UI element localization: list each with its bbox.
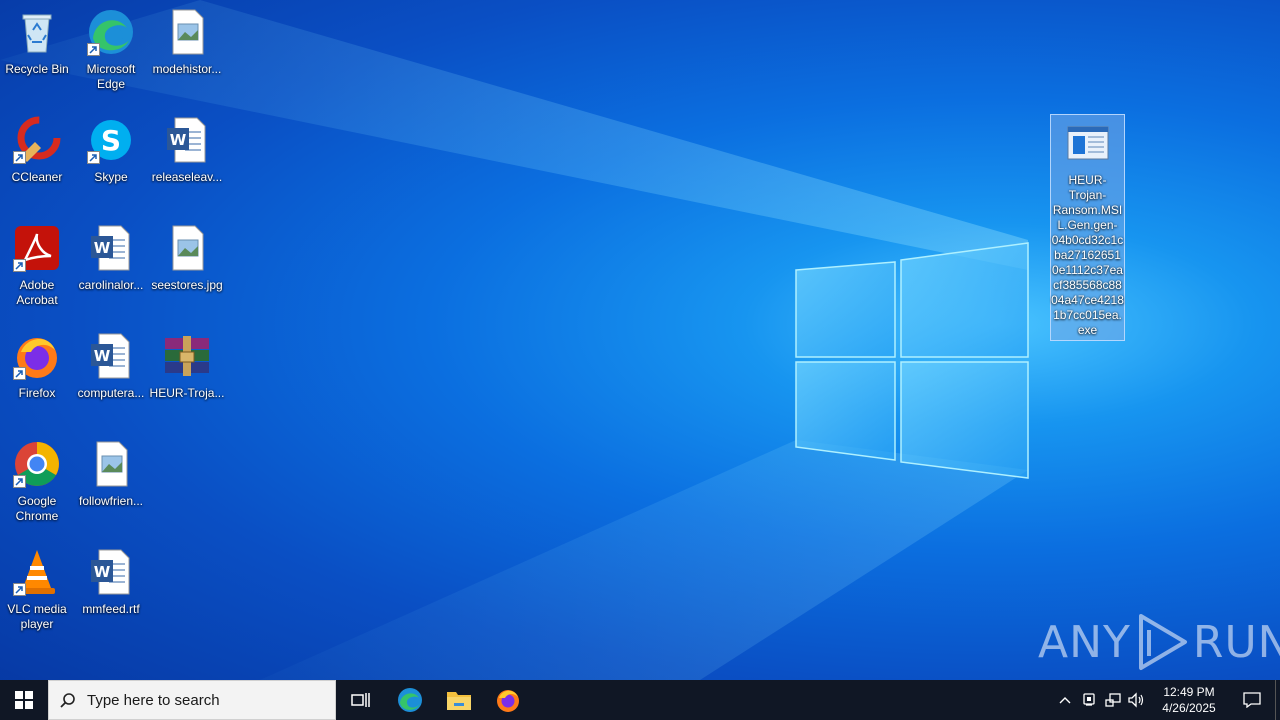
svg-text:S: S: [101, 124, 121, 157]
folder-icon: [446, 692, 471, 710]
svg-text:W: W: [94, 239, 111, 257]
edge-icon: [87, 8, 135, 56]
chevron-up-icon: [1059, 697, 1071, 704]
volume-button[interactable]: [1125, 680, 1149, 720]
image-file-icon: [163, 8, 211, 56]
firefox-icon: [496, 690, 519, 712]
show-desktop-button[interactable]: [1275, 680, 1280, 720]
windows-logo-icon: [15, 691, 33, 709]
google-chrome-icon-item[interactable]: Google Chrome: [0, 436, 75, 540]
adobe-acrobat-icon: [13, 224, 61, 272]
svg-text:W: W: [94, 347, 111, 365]
image-file-icon: [163, 224, 211, 272]
icon-label: HEUR-Trojan-Ransom.MSIL.Gen.gen-04b0cd32…: [1051, 173, 1124, 337]
icon-label: CCleaner: [11, 170, 63, 184]
google-chrome-icon: [13, 440, 61, 488]
icon-label: Microsoft Edge: [86, 62, 136, 91]
shortcut-arrow-icon: [87, 151, 100, 164]
icon-label: Google Chrome: [15, 494, 59, 523]
clock-time: 12:49 PM: [1163, 685, 1215, 699]
recycle-bin-icon: [13, 8, 61, 56]
winrar-archive-icon: [163, 332, 211, 380]
image-file-icon-item[interactable]: modehistor...: [149, 4, 225, 108]
word-document-icon: W: [87, 332, 135, 380]
vlc-media-player-icon-item[interactable]: VLC media player: [0, 544, 75, 648]
shortcut-arrow-icon: [13, 259, 26, 272]
search-input[interactable]: [87, 691, 327, 709]
network-button[interactable]: [1101, 680, 1125, 720]
play-logo-icon: [1138, 614, 1187, 670]
notification-icon: [1243, 692, 1261, 708]
watermark-text-right: RUN: [1192, 616, 1280, 668]
network-icon: [1105, 693, 1121, 707]
icon-label: Firefox: [18, 386, 56, 400]
word-document-icon: W: [87, 224, 135, 272]
word-document-icon-item[interactable]: W mmfeed.rtf: [73, 544, 149, 648]
shortcut-arrow-icon: [13, 583, 26, 596]
word-document-icon-item[interactable]: W computera...: [73, 328, 149, 432]
taskbar: 12:49 PM 4/26/2025: [0, 680, 1280, 720]
system-tray: 12:49 PM 4/26/2025: [1053, 680, 1280, 720]
word-document-icon: W: [163, 116, 211, 164]
start-button[interactable]: [0, 680, 48, 720]
action-center-button[interactable]: [1229, 680, 1275, 720]
taskbar-search-box[interactable]: [48, 680, 336, 720]
shortcut-arrow-icon: [13, 151, 26, 164]
image-file-icon: [87, 440, 135, 488]
svg-text:W: W: [170, 131, 187, 149]
icon-label: Recycle Bin: [5, 62, 69, 76]
taskbar-clock[interactable]: 12:49 PM 4/26/2025: [1149, 684, 1229, 716]
image-file-icon-item[interactable]: followfrien...: [73, 436, 149, 540]
shortcut-arrow-icon: [13, 367, 26, 380]
winrar-archive-icon-item[interactable]: HEUR-Troja...: [149, 328, 225, 432]
icon-label: releaseleav...: [151, 170, 223, 184]
skype-icon: S: [87, 116, 135, 164]
taskbar-firefox-button[interactable]: [483, 680, 532, 720]
icon-label: VLC media player: [7, 602, 67, 631]
ccleaner-icon-item[interactable]: CCleaner: [0, 112, 75, 216]
vlc-cone-icon: [13, 548, 61, 596]
firefox-icon: [13, 332, 61, 380]
adobe-acrobat-icon-item[interactable]: Adobe Acrobat: [0, 220, 75, 324]
word-document-icon: W: [87, 548, 135, 596]
skype-icon-item[interactable]: S Skype: [73, 112, 149, 216]
task-view-button[interactable]: [336, 680, 385, 720]
shortcut-arrow-icon: [87, 43, 100, 56]
executable-window-icon: [1064, 119, 1112, 167]
anyrun-watermark: ANY RUN: [1038, 610, 1280, 674]
task-view-icon: [350, 693, 370, 707]
tray-device-button[interactable]: [1077, 680, 1101, 720]
shortcut-arrow-icon: [13, 475, 26, 488]
desktop: Recycle Bin CCleaner Adobe Acrobat Firef…: [0, 0, 1280, 680]
icon-label: followfrien...: [78, 494, 144, 508]
icon-label: modehistor...: [152, 62, 222, 76]
microsoft-edge-icon-item[interactable]: Microsoft Edge: [73, 4, 149, 108]
recycle-bin-icon-item[interactable]: Recycle Bin: [0, 4, 75, 108]
icon-label: mmfeed.rtf: [82, 602, 140, 616]
icon-label: HEUR-Troja...: [149, 386, 225, 400]
icon-label: Skype: [94, 170, 128, 184]
icon-label: computera...: [77, 386, 145, 400]
icon-label: Adobe Acrobat: [16, 278, 58, 307]
icon-label: carolinalor...: [78, 278, 144, 292]
watermark-text-left: ANY: [1038, 616, 1131, 668]
icon-label: seestores.jpg: [151, 278, 223, 292]
image-file-icon-item[interactable]: seestores.jpg: [149, 220, 225, 324]
show-hidden-icons-button[interactable]: [1053, 680, 1077, 720]
word-document-icon-item[interactable]: W carolinalor...: [73, 220, 149, 324]
edge-icon: [397, 688, 422, 712]
taskbar-file-explorer-button[interactable]: [434, 680, 483, 720]
firefox-icon-item[interactable]: Firefox: [0, 328, 75, 432]
speaker-icon: [1128, 692, 1144, 708]
word-document-icon-item[interactable]: W releaseleav...: [149, 112, 225, 216]
selected-executable-item[interactable]: HEUR-Trojan-Ransom.MSIL.Gen.gen-04b0cd32…: [1050, 114, 1125, 341]
taskbar-edge-button[interactable]: [385, 680, 434, 720]
search-icon: [49, 692, 87, 708]
device-icon: [1083, 693, 1095, 706]
ccleaner-icon: [13, 116, 61, 164]
svg-text:W: W: [94, 563, 111, 581]
clock-date: 4/26/2025: [1162, 701, 1216, 715]
